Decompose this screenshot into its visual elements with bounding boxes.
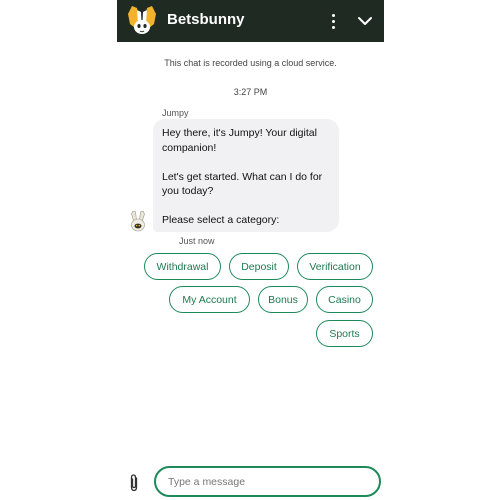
message-timestamp: 3:27 PM: [233, 87, 268, 97]
category-sports-button[interactable]: Sports: [316, 320, 373, 347]
prompt-text: Let's get started. What can I do for you…: [162, 170, 323, 198]
chevron-down-icon[interactable]: [355, 11, 375, 31]
category-bonus-button[interactable]: Bonus: [258, 286, 308, 313]
brand-name: Betsbunny: [167, 11, 245, 28]
message-time: Just now: [179, 236, 215, 246]
category-casino-button[interactable]: Casino: [316, 286, 373, 313]
bunny-avatar-icon: [131, 210, 145, 232]
message-composer: [117, 464, 384, 500]
message-input-wrapper: [154, 466, 381, 497]
more-vertical-icon: [331, 13, 335, 17]
bunny-logo-icon: [128, 6, 156, 34]
category-verification-button[interactable]: Verification: [297, 253, 373, 280]
recording-notice: This chat is recorded using a cloud serv…: [164, 58, 337, 68]
category-withdrawal-button[interactable]: Withdrawal: [144, 253, 221, 280]
message-bubble: Hey there, it's Jumpy! Your digital comp…: [153, 119, 339, 232]
paperclip-icon[interactable]: [126, 473, 142, 493]
sender-name: Jumpy: [162, 108, 189, 118]
greeting-text: Hey there, it's Jumpy! Your digital comp…: [162, 127, 317, 154]
chat-widget: Betsbunny This chat is recorded using a …: [117, 0, 384, 500]
chat-header: Betsbunny: [117, 0, 384, 42]
select-category-text: Please select a category:: [162, 214, 280, 226]
category-deposit-button[interactable]: Deposit: [229, 253, 289, 280]
category-my-account-button[interactable]: My Account: [169, 286, 250, 313]
more-options-button[interactable]: [323, 10, 343, 32]
message-input[interactable]: [168, 474, 368, 490]
